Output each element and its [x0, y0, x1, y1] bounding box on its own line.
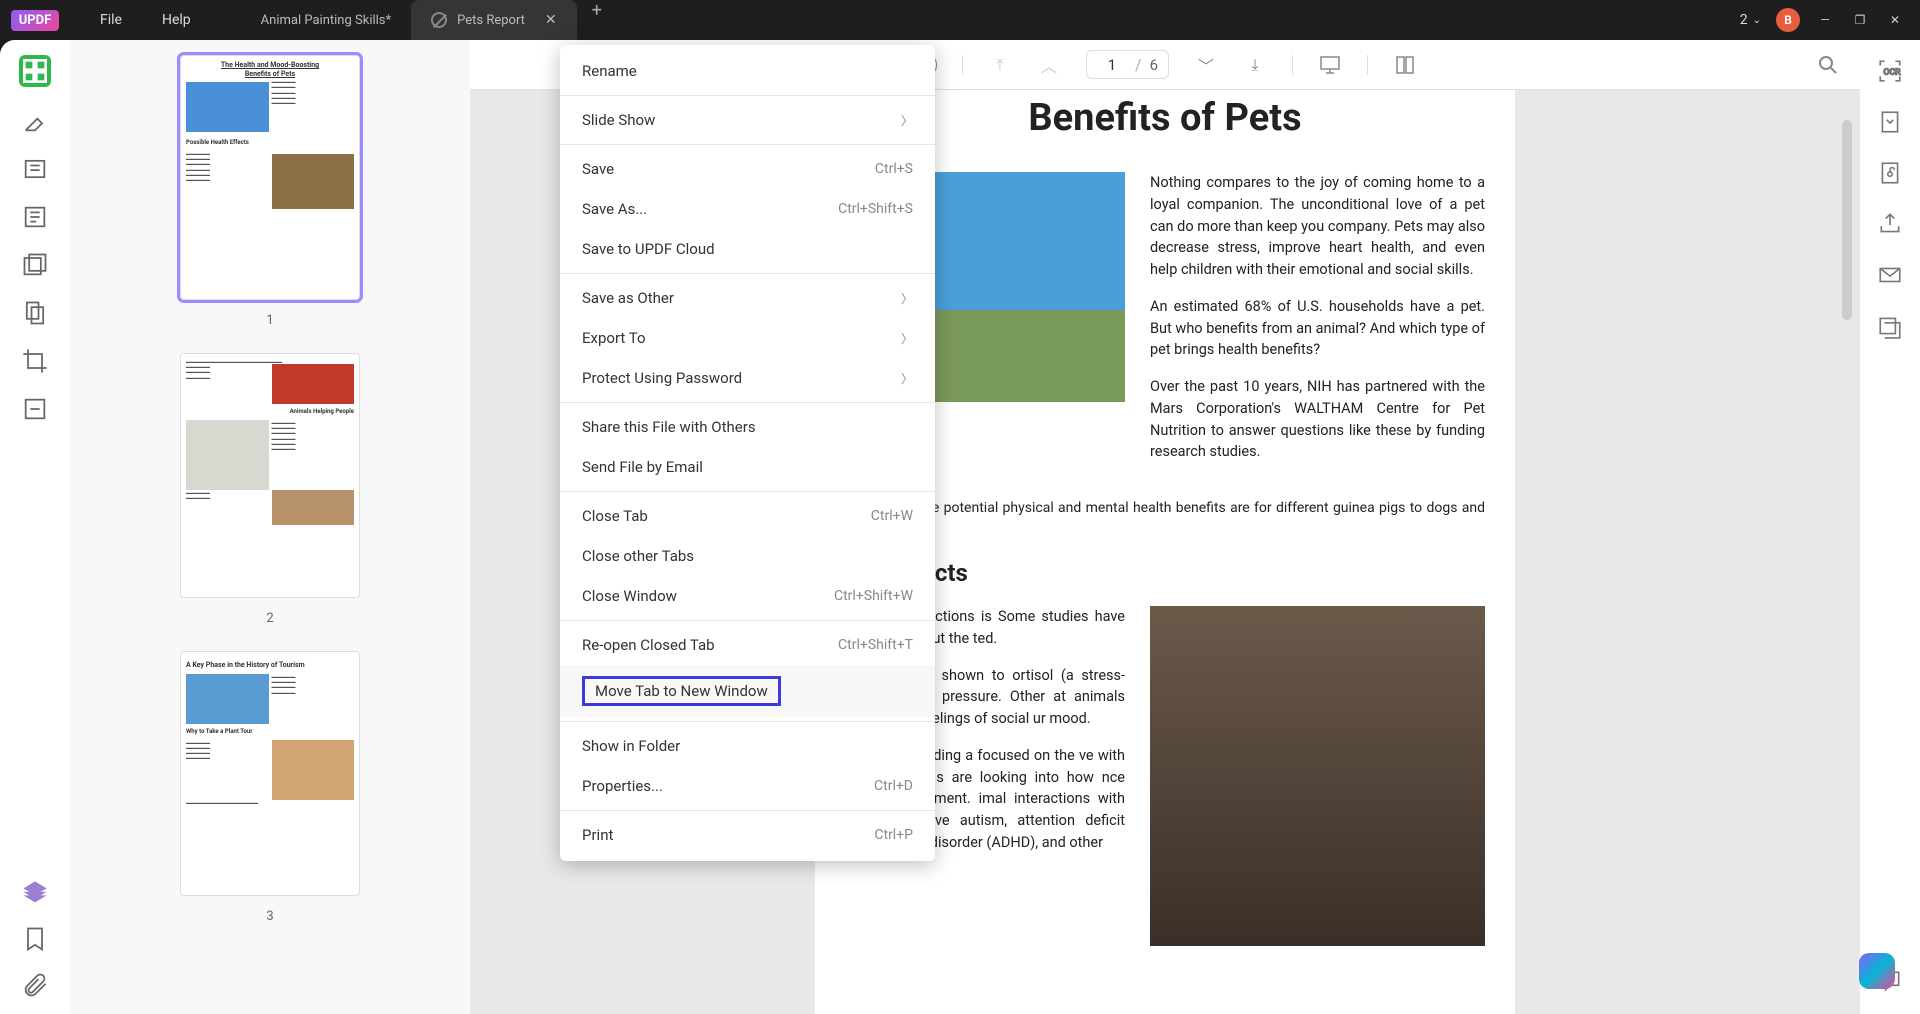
first-page-icon[interactable]: ⤒	[988, 53, 1012, 77]
thumb-label-1: 1	[266, 313, 273, 328]
left-toolbar	[0, 40, 70, 1014]
share-icon[interactable]	[1877, 211, 1903, 237]
menu-file[interactable]: File	[100, 12, 122, 28]
tab-icon	[431, 12, 447, 28]
close-tab-icon[interactable]: ✕	[545, 12, 557, 28]
bookmark-icon[interactable]	[21, 925, 49, 953]
next-page-icon[interactable]: ﹀	[1194, 53, 1218, 77]
copy-pages-icon[interactable]	[21, 299, 49, 327]
ctx-send-email[interactable]: Send File by Email	[560, 447, 935, 487]
thumbnails-panel-icon[interactable]	[19, 55, 51, 87]
ctx-show-folder[interactable]: Show in Folder	[560, 726, 935, 766]
attachment-icon[interactable]	[21, 971, 49, 999]
menu-help[interactable]: Help	[162, 12, 191, 28]
ctx-save-as[interactable]: Save As...Ctrl+Shift+S	[560, 189, 935, 229]
doc-heading: alth Effects	[845, 555, 1485, 591]
tab-pets-report[interactable]: Pets Report ✕	[411, 0, 577, 40]
scrollbar[interactable]	[1842, 120, 1852, 320]
ctx-slideshow[interactable]: Slide Show〉	[560, 100, 935, 140]
chevron-right-icon: 〉	[901, 290, 913, 307]
svg-text:OCR: OCR	[1884, 67, 1902, 77]
organize-icon[interactable]	[21, 251, 49, 279]
tab-animal-painting[interactable]: Animal Painting Skills*	[241, 0, 411, 40]
ctx-export[interactable]: Export To〉	[560, 318, 935, 358]
tab-strip: Animal Painting Skills* Pets Report ✕ +	[241, 0, 617, 40]
maximize-icon[interactable]: ❐	[1850, 13, 1870, 27]
protect-icon[interactable]	[1877, 160, 1903, 186]
ctx-move-tab[interactable]: Move Tab to New Window	[560, 665, 935, 717]
doc-paragraphs: Nothing compares to the joy of coming ho…	[1150, 172, 1485, 478]
search-icon[interactable]	[1816, 53, 1840, 77]
ai-assistant-icon[interactable]	[1859, 953, 1895, 989]
batch-icon[interactable]	[1877, 313, 1903, 339]
ctx-close-window[interactable]: Close WindowCtrl+Shift+W	[560, 576, 935, 616]
tab-label: Pets Report	[457, 13, 525, 28]
email-icon[interactable]	[1877, 262, 1903, 288]
total-pages: 6	[1150, 56, 1158, 74]
chevron-right-icon: 〉	[901, 330, 913, 347]
ctx-reopen[interactable]: Re-open Closed TabCtrl+Shift+T	[560, 625, 935, 665]
ctx-share[interactable]: Share this File with Others	[560, 407, 935, 447]
chevron-right-icon: 〉	[901, 112, 913, 129]
new-tab-button[interactable]: +	[577, 0, 617, 40]
ctx-save-cloud[interactable]: Save to UPDF Cloud	[560, 229, 935, 269]
crop-icon[interactable]	[21, 347, 49, 375]
tab-context-menu: Rename Slide Show〉 SaveCtrl+S Save As...…	[560, 45, 935, 861]
menubar: File Help	[70, 12, 191, 28]
user-avatar[interactable]: B	[1776, 8, 1800, 32]
convert-icon[interactable]	[1877, 109, 1903, 135]
ctx-close-other[interactable]: Close other Tabs	[560, 536, 935, 576]
thumb-label-3: 3	[266, 909, 273, 924]
doc-title: Benefits of Pets	[845, 90, 1485, 147]
tab-count[interactable]: 2 ⌄	[1740, 12, 1761, 28]
page-indicator: / 6	[1086, 50, 1169, 79]
reading-mode-icon[interactable]	[1393, 53, 1417, 77]
ctx-rename[interactable]: Rename	[560, 51, 935, 91]
edit-text-icon[interactable]	[21, 155, 49, 183]
titlebar-right: 2 ⌄ B — ❐ ✕	[1740, 8, 1920, 32]
ctx-save-other[interactable]: Save as Other〉	[560, 278, 935, 318]
ctx-properties[interactable]: Properties...Ctrl+D	[560, 766, 935, 806]
ctx-close-tab[interactable]: Close TabCtrl+W	[560, 496, 935, 536]
app-logo[interactable]: UPDF	[0, 10, 70, 31]
thumbnail-page-2[interactable]: ▬▬▬▬▬▬▬▬▬▬▬▬▬▬▬▬▬▬▬▬▬▬▬▬ ▬▬▬▬▬▬▬▬▬▬▬▬▬▬▬…	[180, 353, 360, 598]
layers-icon[interactable]	[21, 879, 49, 907]
close-window-icon[interactable]: ✕	[1885, 13, 1905, 27]
right-toolbar: OCR	[1860, 40, 1920, 1014]
ctx-protect[interactable]: Protect Using Password〉	[560, 358, 935, 398]
redact-icon[interactable]	[21, 395, 49, 423]
ctx-save[interactable]: SaveCtrl+S	[560, 149, 935, 189]
form-icon[interactable]	[21, 203, 49, 231]
chevron-right-icon: 〉	[901, 370, 913, 387]
minimize-icon[interactable]: —	[1815, 13, 1835, 27]
ctx-print[interactable]: PrintCtrl+P	[560, 815, 935, 855]
ocr-icon[interactable]: OCR	[1877, 58, 1903, 84]
prev-page-icon[interactable]: ︿	[1037, 53, 1061, 77]
presentation-icon[interactable]	[1318, 53, 1342, 77]
thumbnail-panel: The Health and Mood-Boosting Benefits of…	[70, 40, 470, 1014]
thumbnail-page-3[interactable]: A Key Phase in the History of Tourism ▬▬…	[180, 651, 360, 896]
thumbnail-page-1[interactable]: The Health and Mood-Boosting Benefits of…	[180, 55, 360, 300]
dog-image	[1150, 606, 1485, 946]
main-area: The Health and Mood-Boosting Benefits of…	[0, 40, 1920, 1014]
page-input[interactable]	[1097, 56, 1127, 74]
titlebar: UPDF File Help Animal Painting Skills* P…	[0, 0, 1920, 40]
highlighter-icon[interactable]	[21, 107, 49, 135]
tab-label: Animal Painting Skills*	[261, 13, 391, 28]
thumb-label-2: 2	[266, 611, 273, 626]
last-page-icon[interactable]: ⤓	[1243, 53, 1267, 77]
